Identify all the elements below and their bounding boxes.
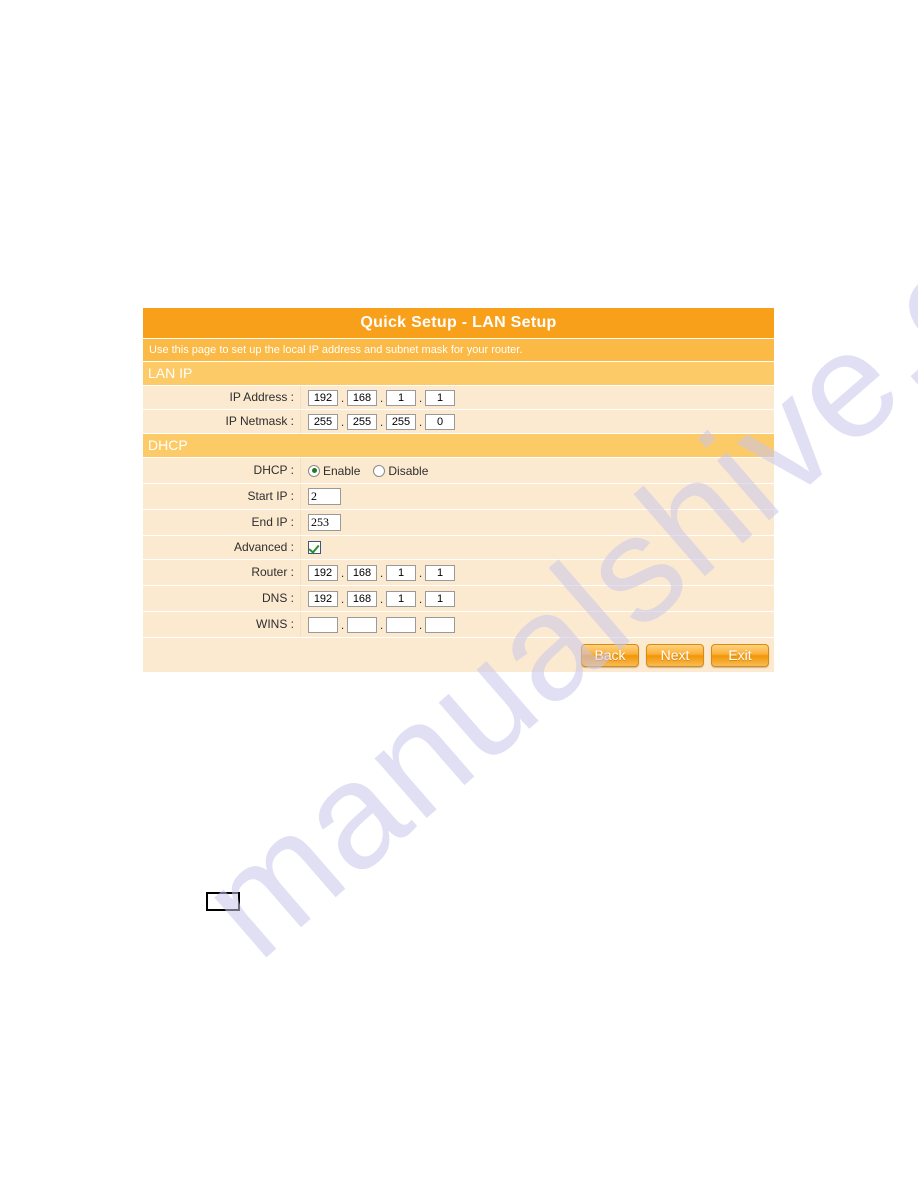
- wins-octet-4[interactable]: [425, 616, 455, 633]
- table-row-wins: WINS : . . .: [143, 612, 774, 637]
- end-ip-input[interactable]: [308, 514, 341, 531]
- label-advanced: Advanced :: [143, 536, 301, 559]
- ip-netmask-octet-2[interactable]: [347, 413, 377, 430]
- label-dhcp: DHCP :: [143, 458, 301, 483]
- radio-enable-icon[interactable]: [308, 464, 320, 477]
- dns-octet-1[interactable]: [308, 590, 338, 607]
- field-ip-address: . . .: [301, 386, 774, 409]
- wins-separator-3: .: [418, 617, 423, 632]
- ip-netmask-separator-2: .: [379, 414, 384, 429]
- radio-option-disable[interactable]: Disable: [373, 464, 428, 478]
- radio-disable-icon[interactable]: [373, 464, 386, 477]
- table-row-dns: DNS : . . .: [143, 586, 774, 611]
- label-ip-address: IP Address :: [143, 386, 301, 409]
- wins-octet-3[interactable]: [386, 616, 416, 633]
- radio-option-enable[interactable]: Enable: [308, 464, 360, 478]
- wins-octet-2[interactable]: [347, 616, 377, 633]
- field-dns: . . .: [301, 586, 774, 611]
- dns-octet-4[interactable]: [425, 590, 455, 607]
- table-row-ip-netmask: IP Netmask : . . .: [143, 410, 774, 433]
- ip-netmask-octet-3[interactable]: [386, 413, 416, 430]
- ip-netmask-octet-4[interactable]: [425, 413, 455, 430]
- field-advanced: [301, 536, 774, 559]
- table-row-router: Router : . . .: [143, 560, 774, 585]
- radio-enable-label: Enable: [323, 463, 361, 478]
- ip-netmask-octet-1[interactable]: [308, 413, 338, 430]
- ip-address-octet-1[interactable]: [308, 389, 338, 406]
- label-end-ip: End IP :: [143, 510, 301, 535]
- field-router: . . .: [301, 560, 774, 585]
- ip-address-octet-2[interactable]: [347, 389, 377, 406]
- field-end-ip: [301, 510, 774, 535]
- router-separator-3: .: [418, 565, 423, 580]
- label-wins: WINS :: [143, 612, 301, 637]
- wins-separator-1: .: [340, 617, 345, 632]
- router-separator-2: .: [379, 565, 384, 580]
- page-description: Use this page to set up the local IP add…: [143, 339, 774, 361]
- start-ip-input[interactable]: [308, 488, 341, 505]
- router-octet-2[interactable]: [347, 564, 377, 581]
- table-row-dhcp-mode: DHCP : Enable Disable: [143, 458, 774, 483]
- field-dhcp-mode: Enable Disable: [301, 458, 774, 483]
- label-dns: DNS :: [143, 586, 301, 611]
- ip-netmask-separator-1: .: [340, 414, 345, 429]
- label-router: Router :: [143, 560, 301, 585]
- dns-separator-1: .: [340, 591, 345, 606]
- table-row-end-ip: End IP :: [143, 510, 774, 535]
- router-octet-4[interactable]: [425, 564, 455, 581]
- label-ip-netmask: IP Netmask :: [143, 410, 301, 433]
- advanced-checkbox[interactable]: [308, 541, 321, 554]
- page-title: Quick Setup - LAN Setup: [143, 308, 774, 338]
- dns-separator-2: .: [379, 591, 384, 606]
- next-button[interactable]: Next: [646, 643, 704, 667]
- field-ip-netmask: . . .: [301, 410, 774, 433]
- field-start-ip: [301, 484, 774, 509]
- button-bar: Back Next Exit: [143, 638, 774, 672]
- ip-address-octet-3[interactable]: [386, 389, 416, 406]
- wins-octet-1[interactable]: [308, 616, 338, 633]
- wins-separator-2: .: [379, 617, 384, 632]
- section-header-dhcp: DHCP: [143, 434, 774, 457]
- table-row-advanced: Advanced :: [143, 536, 774, 559]
- quick-setup-panel: Quick Setup - LAN Setup Use this page to…: [143, 308, 774, 672]
- field-wins: . . .: [301, 612, 774, 637]
- router-octet-1[interactable]: [308, 564, 338, 581]
- ip-address-separator-3: .: [418, 390, 423, 405]
- back-button[interactable]: Back: [581, 643, 639, 667]
- dns-separator-3: .: [418, 591, 423, 606]
- ip-address-separator-2: .: [379, 390, 384, 405]
- dns-octet-3[interactable]: [386, 590, 416, 607]
- radio-disable-label: Disable: [388, 463, 429, 478]
- ip-address-octet-4[interactable]: [425, 389, 455, 406]
- router-separator-1: .: [340, 565, 345, 580]
- ip-address-separator-1: .: [340, 390, 345, 405]
- exit-button[interactable]: Exit: [711, 643, 769, 667]
- router-octet-3[interactable]: [386, 564, 416, 581]
- table-row-start-ip: Start IP :: [143, 484, 774, 509]
- label-start-ip: Start IP :: [143, 484, 301, 509]
- table-row-ip-address: IP Address : . . .: [143, 386, 774, 409]
- dns-octet-2[interactable]: [347, 590, 377, 607]
- section-header-lan-ip: LAN IP: [143, 362, 774, 385]
- page-number-box: [206, 892, 240, 911]
- ip-netmask-separator-3: .: [418, 414, 423, 429]
